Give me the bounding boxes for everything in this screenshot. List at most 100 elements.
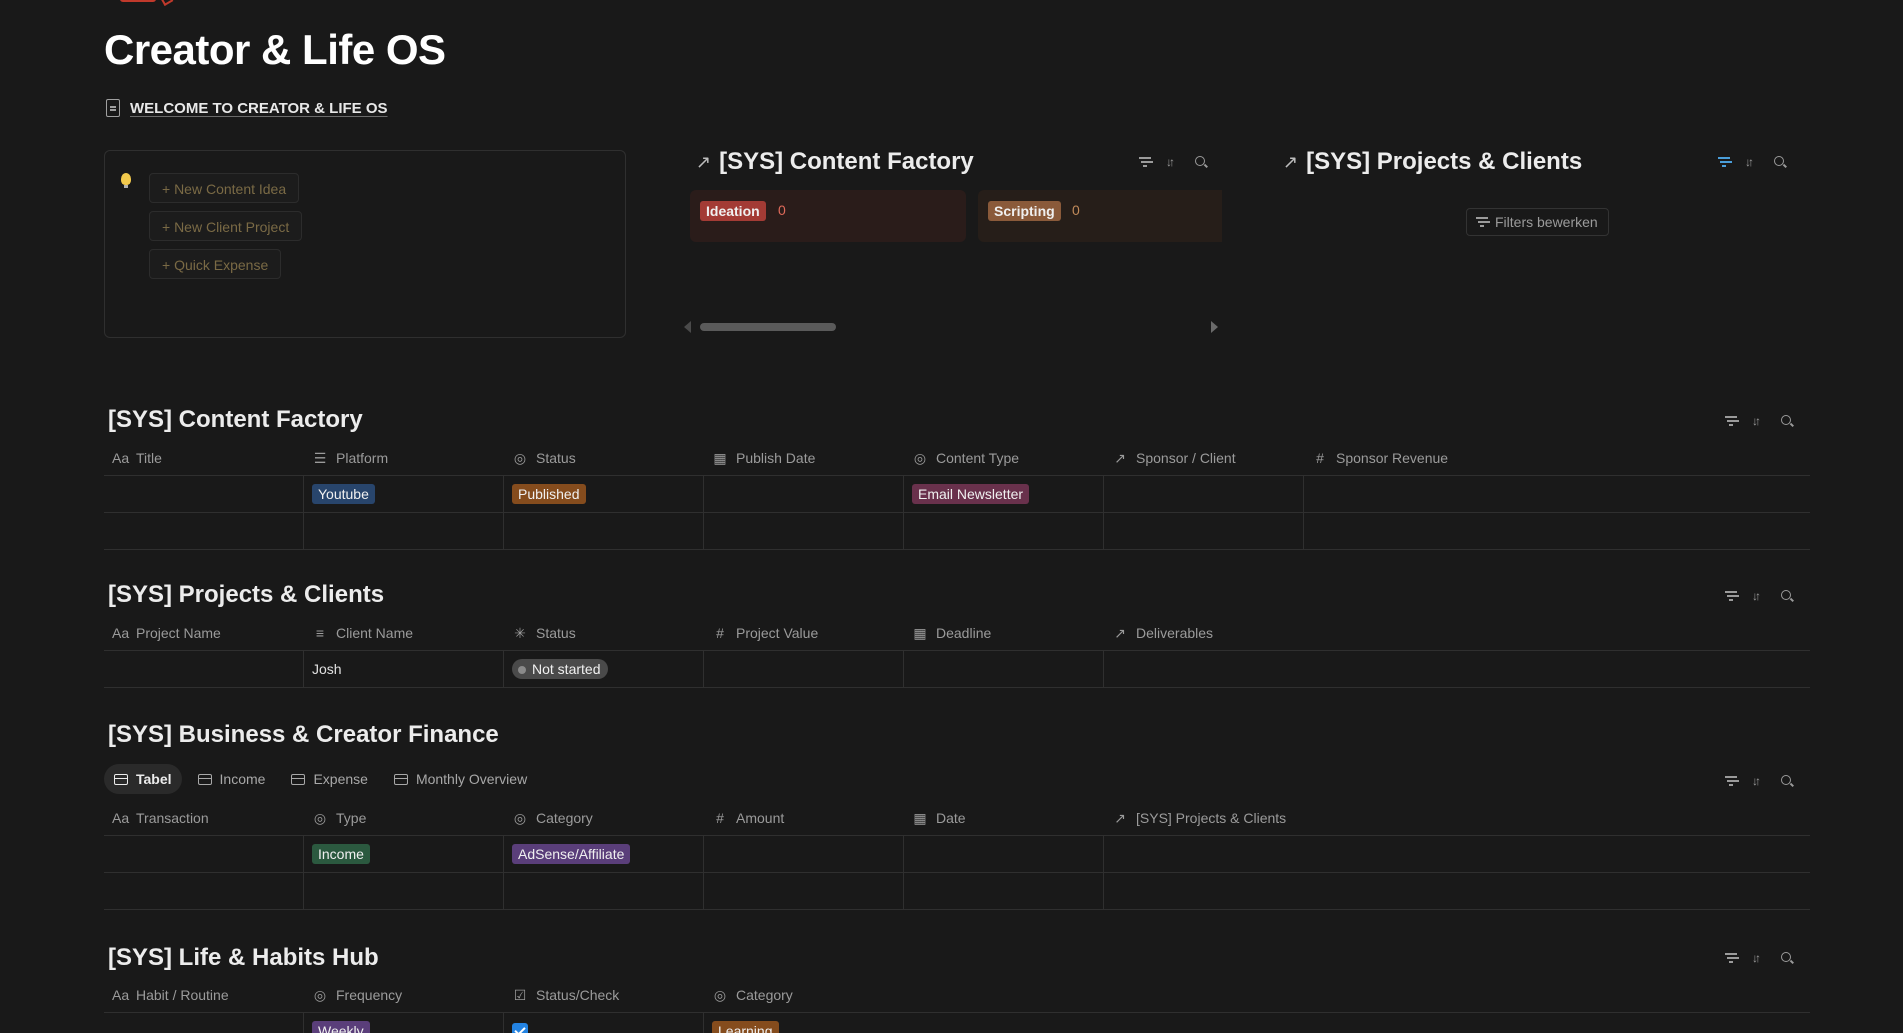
new-client-project-button[interactable]: + New Client Project: [149, 211, 303, 241]
cell-category[interactable]: [504, 873, 704, 909]
search-icon[interactable]: [1780, 589, 1794, 603]
column-header-category[interactable]: ◎ Category: [504, 801, 704, 835]
finance-title[interactable]: [SYS] Business & Creator Finance: [108, 721, 499, 749]
column-header-publish-date[interactable]: ▦ Publish Date: [704, 441, 904, 475]
column-header-client-name[interactable]: ≡ Client Name: [304, 616, 504, 650]
cell-platform[interactable]: Youtube: [304, 476, 504, 512]
cell-type[interactable]: Income: [304, 836, 504, 872]
cell-transaction[interactable]: [104, 836, 304, 872]
cell-title[interactable]: [104, 476, 304, 512]
filter-active-icon[interactable]: [1717, 155, 1731, 169]
cell-category[interactable]: Learning: [704, 1013, 1810, 1033]
table-row[interactable]: Weekly Learning: [104, 1013, 1810, 1033]
sort-icon[interactable]: [1166, 155, 1180, 169]
table-row[interactable]: [104, 513, 1810, 550]
board-horizontal-scrollbar[interactable]: [684, 318, 1218, 334]
search-icon[interactable]: [1780, 951, 1794, 965]
column-header-project-value[interactable]: # Project Value: [704, 616, 904, 650]
table-row[interactable]: Youtube Published Email Newsletter: [104, 476, 1810, 513]
column-header-content-type[interactable]: ◎ Content Type: [904, 441, 1104, 475]
cell-title[interactable]: [104, 513, 304, 549]
search-icon[interactable]: [1773, 155, 1787, 169]
column-header-frequency[interactable]: ◎ Frequency: [304, 978, 504, 1012]
column-header-status[interactable]: ◎ Status: [504, 441, 704, 475]
cell-content-type[interactable]: Email Newsletter: [904, 476, 1104, 512]
cell-status[interactable]: Not started: [504, 651, 704, 687]
cell-deliverables[interactable]: [1104, 651, 1810, 687]
cell-status[interactable]: Published: [504, 476, 704, 512]
column-header-sponsor-revenue[interactable]: # Sponsor Revenue: [1304, 441, 1810, 475]
content-factory-title[interactable]: [SYS] Content Factory: [108, 406, 363, 434]
new-content-idea-button[interactable]: + New Content Idea: [149, 173, 300, 203]
column-header-title[interactable]: Aa Title: [104, 441, 304, 475]
cell-status-check[interactable]: [504, 1013, 704, 1033]
cell-content-type[interactable]: [904, 513, 1104, 549]
quick-expense-button[interactable]: + Quick Expense: [149, 249, 282, 279]
column-header-platform[interactable]: ☰ Platform: [304, 441, 504, 475]
column-header-transaction[interactable]: Aa Transaction: [104, 801, 304, 835]
search-icon[interactable]: [1194, 155, 1208, 169]
column-header-status-check[interactable]: ☑ Status/Check: [504, 978, 704, 1012]
column-header-deliverables[interactable]: ↗ Deliverables: [1104, 616, 1810, 650]
tab-monthly-overview[interactable]: Monthly Overview: [384, 764, 537, 794]
scroll-left-arrow-icon[interactable]: [684, 321, 691, 333]
tab-tabel[interactable]: Tabel: [104, 764, 182, 794]
column-header-category[interactable]: ◎ Category: [704, 978, 1810, 1012]
habits-title[interactable]: [SYS] Life & Habits Hub: [108, 944, 379, 972]
page-title[interactable]: Creator & Life OS: [104, 26, 446, 74]
column-header-sponsor-client[interactable]: ↗ Sponsor / Client: [1104, 441, 1304, 475]
column-header-status[interactable]: ✳ Status: [504, 616, 704, 650]
board-column-ideation[interactable]: Ideation 0: [690, 190, 966, 242]
sort-icon[interactable]: [1745, 155, 1759, 169]
tab-income[interactable]: Income: [188, 764, 276, 794]
cell-project[interactable]: [1104, 836, 1810, 872]
cell-frequency[interactable]: Weekly: [304, 1013, 504, 1033]
cell-publish-date[interactable]: [704, 476, 904, 512]
table-row[interactable]: Income AdSense/Affiliate: [104, 836, 1810, 873]
page-icon[interactable]: [120, 0, 156, 2]
linked-projects-header[interactable]: ↗ [SYS] Projects & Clients: [1283, 148, 1582, 176]
table-row[interactable]: Josh Not started: [104, 651, 1810, 688]
cell-sponsor-revenue[interactable]: [1304, 476, 1810, 512]
scrollbar-thumb[interactable]: [700, 323, 836, 331]
welcome-page-link[interactable]: WELCOME TO CREATOR & LIFE OS: [106, 99, 388, 117]
search-icon[interactable]: [1780, 774, 1794, 788]
cell-project-name[interactable]: [104, 651, 304, 687]
table-row[interactable]: [104, 873, 1810, 910]
filter-icon[interactable]: [1724, 951, 1738, 965]
cell-amount[interactable]: [704, 836, 904, 872]
scroll-right-arrow-icon[interactable]: [1211, 321, 1218, 333]
sort-icon[interactable]: [1752, 414, 1766, 428]
cell-sponsor-revenue[interactable]: [1304, 513, 1810, 549]
cell-date[interactable]: [904, 836, 1104, 872]
cell-sponsor-client[interactable]: [1104, 513, 1304, 549]
sort-icon[interactable]: [1752, 589, 1766, 603]
sort-icon[interactable]: [1752, 951, 1766, 965]
cell-habit[interactable]: [104, 1013, 304, 1033]
cell-publish-date[interactable]: [704, 513, 904, 549]
cell-project-value[interactable]: [704, 651, 904, 687]
cell-project[interactable]: [1104, 873, 1810, 909]
filter-icon[interactable]: [1724, 414, 1738, 428]
search-icon[interactable]: [1780, 414, 1794, 428]
column-header-type[interactable]: ◎ Type: [304, 801, 504, 835]
filter-icon[interactable]: [1724, 589, 1738, 603]
cell-deadline[interactable]: [904, 651, 1104, 687]
cell-sponsor-client[interactable]: [1104, 476, 1304, 512]
column-header-projects-clients[interactable]: ↗ [SYS] Projects & Clients: [1104, 801, 1810, 835]
column-header-habit[interactable]: Aa Habit / Routine: [104, 978, 304, 1012]
cell-platform[interactable]: [304, 513, 504, 549]
cell-category[interactable]: AdSense/Affiliate: [504, 836, 704, 872]
sort-icon[interactable]: [1752, 774, 1766, 788]
filter-icon[interactable]: [1724, 774, 1738, 788]
cell-type[interactable]: [304, 873, 504, 909]
cell-date[interactable]: [904, 873, 1104, 909]
column-header-date[interactable]: ▦ Date: [904, 801, 1104, 835]
cell-client-name[interactable]: Josh: [304, 651, 504, 687]
checkbox-checked[interactable]: [512, 1023, 528, 1033]
column-header-amount[interactable]: # Amount: [704, 801, 904, 835]
cell-transaction[interactable]: [104, 873, 304, 909]
projects-title[interactable]: [SYS] Projects & Clients: [108, 581, 384, 609]
column-header-deadline[interactable]: ▦ Deadline: [904, 616, 1104, 650]
tab-expense[interactable]: Expense: [281, 764, 377, 794]
